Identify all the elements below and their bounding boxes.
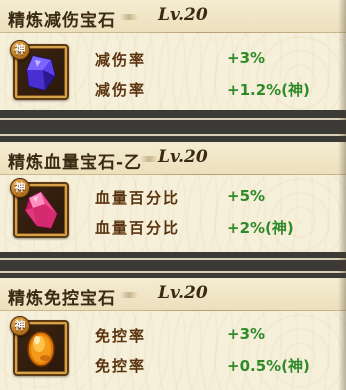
divine-badge: 神 — [10, 40, 30, 60]
gem-card-3[interactable]: 精炼免控宝石 Lv.20 神 免控率 +3% 免控率 +0.5%(神) — [0, 278, 346, 390]
stat-label: 免控率 — [95, 327, 147, 345]
divine-badge: 神 — [10, 316, 30, 336]
brush-divider — [140, 156, 158, 162]
brush-divider — [120, 14, 138, 20]
separator-line — [0, 258, 346, 260]
stat-value: +3% — [227, 325, 266, 343]
gem-name: 精炼免控宝石 — [8, 289, 116, 309]
scroll-edge-shadow — [338, 0, 346, 390]
stat-value: +5% — [227, 187, 266, 205]
gem-name: 精炼血量宝石-乙 — [8, 153, 143, 173]
separator-line — [0, 134, 346, 136]
stat-value: +3% — [227, 49, 266, 67]
stat-label: 血量百分比 — [95, 219, 181, 237]
stat-label: 减伤率 — [95, 51, 147, 69]
stat-label: 血量百分比 — [95, 189, 181, 207]
gem-card-1[interactable]: 精炼减伤宝石 Lv.20 神 减伤率 +3% 减伤率 +1.2%(神) — [0, 0, 346, 110]
divine-badge: 神 — [10, 178, 30, 198]
separator-line — [0, 118, 346, 120]
stat-value: +2%(神) — [227, 219, 294, 237]
brush-divider — [120, 292, 138, 298]
separator-line — [0, 271, 346, 273]
gem-card-header: 精炼血量宝石-乙 Lv.20 — [0, 142, 346, 175]
gem-card-header: 精炼免控宝石 Lv.20 — [0, 278, 346, 311]
gem-name: 精炼减伤宝石 — [8, 11, 116, 31]
stat-label: 免控率 — [95, 357, 147, 375]
card-separator — [0, 110, 346, 142]
gem-level: Lv.20 — [158, 5, 208, 25]
gem-card-header: 精炼减伤宝石 Lv.20 — [0, 0, 346, 33]
gem-card-2[interactable]: 精炼血量宝石-乙 Lv.20 神 血量百分比 +5% 血量百分比 +2%(神) — [0, 142, 346, 252]
stat-value: +0.5%(神) — [227, 357, 310, 375]
stat-value: +1.2%(神) — [227, 81, 310, 99]
card-separator — [0, 252, 346, 278]
gem-level: Lv.20 — [158, 147, 208, 167]
gem-level: Lv.20 — [158, 283, 208, 303]
stat-label: 减伤率 — [95, 81, 147, 99]
